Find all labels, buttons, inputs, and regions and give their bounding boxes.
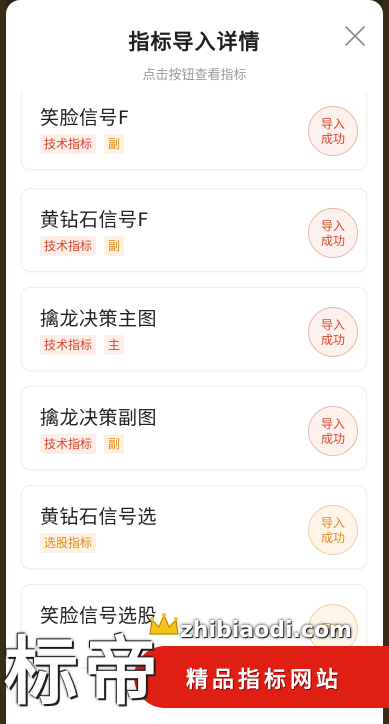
indicator-card[interactable]: 擒龙决策副图 技术指标 副 导入成功 <box>21 386 367 470</box>
import-status-badge[interactable]: 导入成功 <box>308 106 358 156</box>
modal-title: 指标导入详情 <box>128 30 261 54</box>
tag-type: 技术指标 <box>40 236 97 256</box>
tag-type: 技术指标 <box>40 434 97 454</box>
watermark-url: zhibiaodi.com <box>180 618 352 643</box>
tag-chart: 主 <box>104 335 125 355</box>
background-right <box>383 0 389 724</box>
indicator-card[interactable]: 黄钻石信号选 选股指标 导入成功 <box>21 485 367 569</box>
indicator-name: 笑脸信号F <box>40 107 130 129</box>
crown-icon <box>149 613 179 635</box>
tag-chart: 副 <box>104 134 125 154</box>
indicator-tags: 技术指标 副 <box>40 434 125 454</box>
indicator-name: 擒龙决策主图 <box>40 308 158 330</box>
indicator-tags: 技术指标 副 <box>40 236 125 256</box>
import-status-badge[interactable]: 导入成功 <box>308 307 358 357</box>
tag-type: 选股指标 <box>40 533 97 553</box>
tag-type: 技术指标 <box>40 335 97 355</box>
indicator-name: 黄钻石信号F <box>40 209 149 231</box>
import-status-badge[interactable]: 导入成功 <box>308 208 358 258</box>
close-icon[interactable] <box>343 24 367 48</box>
modal-header: 指标导入详情 点击按钮查看指标 <box>6 0 383 92</box>
indicator-name: 擒龙决策副图 <box>40 407 158 429</box>
indicator-tags: 选股指标 <box>40 533 97 553</box>
indicator-tags: 技术指标 副 <box>40 134 125 154</box>
modal-subtitle: 点击按钮查看指标 <box>142 68 247 83</box>
watermark-logo-text: 标帝 <box>4 629 164 715</box>
import-status-badge[interactable]: 导入成功 <box>308 406 358 456</box>
indicator-card[interactable]: 笑脸信号F 技术指标 副 导入成功 <box>21 92 367 170</box>
indicator-tags: 技术指标 主 <box>40 335 125 355</box>
tag-type: 技术指标 <box>40 134 97 154</box>
watermark-slogan: 精品指标网站 <box>186 668 343 693</box>
tag-chart: 副 <box>104 434 125 454</box>
import-status-badge[interactable]: 导入成功 <box>308 505 358 555</box>
tag-chart: 副 <box>104 236 125 256</box>
indicator-card[interactable]: 擒龙决策主图 技术指标 主 导入成功 <box>21 287 367 371</box>
indicator-card[interactable]: 黄钻石信号F 技术指标 副 导入成功 <box>21 188 367 272</box>
indicator-name: 黄钻石信号选 <box>40 506 158 528</box>
